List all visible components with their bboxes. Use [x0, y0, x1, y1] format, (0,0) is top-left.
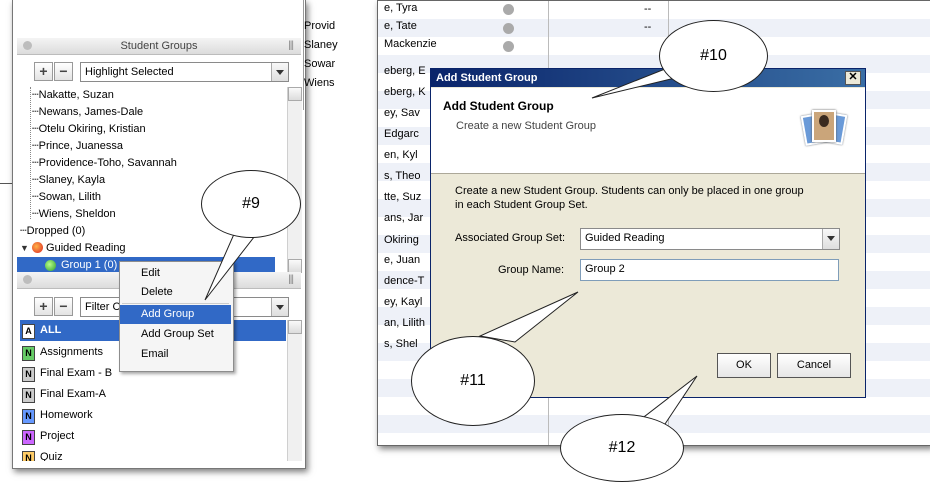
callout-11-tail	[478, 291, 579, 343]
callout-9: #9	[201, 170, 301, 238]
callout-12: #12	[560, 414, 684, 482]
callout-11: #11	[411, 336, 535, 426]
callout-10: #10	[659, 20, 768, 92]
